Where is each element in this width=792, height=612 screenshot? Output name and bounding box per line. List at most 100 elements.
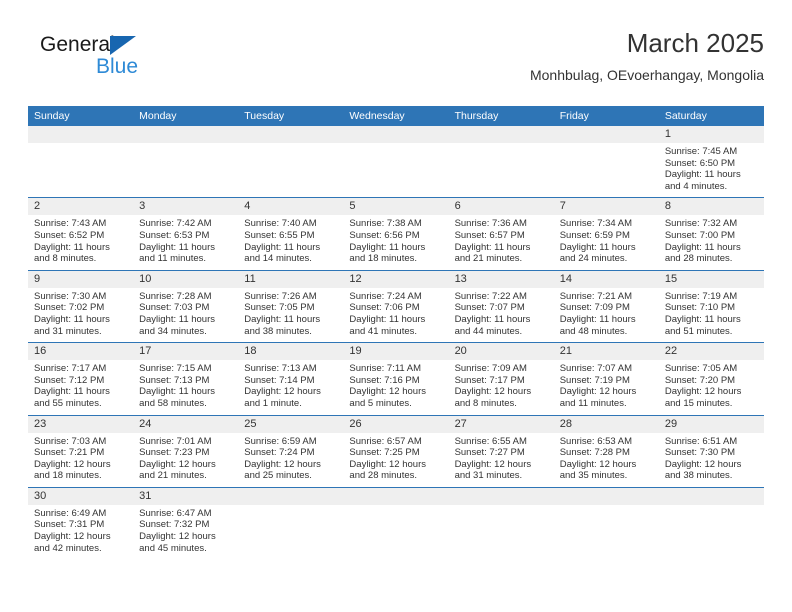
calendar-day-cell[interactable]: 2 Sunrise: 7:43 AM Sunset: 6:52 PM Daylight… [28,198,134,270]
general-blue-logo[interactable]: General Blue [40,34,180,90]
calendar-day-cell[interactable]: 15 Sunrise: 7:19 AM Sunset: 7:10 PM Dayligh… [658,270,764,343]
page-header: General Blue March 2025 Monhbulag, OEvoe… [28,28,764,100]
daylight-text-line1: Daylight: 12 hours [559,386,637,398]
calendar-day-cell[interactable]: 22 Sunrise: 7:05 AM Sunset: 7:20 PM Dayligh… [658,343,764,415]
day-number: 30 [28,487,134,505]
sunset-text: Sunset: 6:53 PM [139,229,210,241]
daylight-text-line1: Daylight: 11 hours [139,386,216,398]
weekday-header-thursday: Thursday [454,110,499,122]
calendar-day-cell[interactable]: 4 Sunrise: 7:40 AM Sunset: 6:55 PM Daylight… [238,198,344,270]
calendar-day-cell[interactable]: 18 Sunrise: 7:13 AM Sunset: 7:14 PM Dayligh… [238,343,344,415]
sunset-text: Sunset: 7:02 PM [34,302,105,314]
sunrise-text: Sunrise: 6:47 AM [139,507,212,519]
daylight-text-line2: and 38 minutes. [664,470,733,482]
sunrise-text: Sunrise: 7:13 AM [244,363,317,375]
calendar-week-row: 9 Sunrise: 7:30 AM Sunset: 7:02 PM Daylight… [28,270,764,344]
sunrise-text: Sunrise: 7:11 AM [349,363,422,375]
sunrise-text: Sunrise: 7:43 AM [34,218,107,230]
day-details: Sunrise: 6:55 AM Sunset: 7:27 PM Daylight:… [449,433,554,487]
calendar-day-cell[interactable]: 6 Sunrise: 7:36 AM Sunset: 6:57 PM Daylight… [448,198,554,270]
sunset-text: Sunset: 6:57 PM [454,229,525,241]
sunrise-text: Sunrise: 7:26 AM [244,290,317,302]
sunset-text: Sunset: 7:00 PM [664,229,736,241]
daylight-text-line2: and 18 minutes. [349,253,418,265]
day-number: 11 [238,270,344,288]
calendar-day-cell[interactable]: 19 Sunrise: 7:11 AM Sunset: 7:16 PM Dayligh… [343,343,449,415]
daylight-text-line2: and 31 minutes. [34,325,102,337]
daylight-text-line1: Daylight: 12 hours [34,531,111,543]
daylight-text-line2: and 38 minutes. [244,325,312,337]
calendar-day-cell[interactable]: 12 Sunrise: 7:24 AM Sunset: 7:06 PM Dayligh… [343,270,449,343]
calendar-day-cell[interactable]: 21 Sunrise: 7:07 AM Sunset: 7:19 PM Dayligh… [553,343,659,415]
sunset-text: Sunset: 7:12 PM [34,374,105,386]
calendar-day-cell[interactable]: 11 Sunrise: 7:26 AM Sunset: 7:05 PM Dayligh… [238,270,344,343]
calendar-day-cell[interactable]: 16 Sunrise: 7:17 AM Sunset: 7:12 PM Dayligh… [28,343,134,415]
day-number: 26 [343,415,449,433]
day-details: Sunrise: 7:21 AM Sunset: 7:09 PM Daylight:… [554,288,659,342]
calendar-day-cell[interactable]: 3 Sunrise: 7:42 AM Sunset: 6:53 PM Daylight… [133,198,239,270]
weekday-header-row: Sunday Monday Tuesday Wednesday Thursday… [28,106,764,126]
sunrise-text: Sunrise: 7:36 AM [454,218,527,230]
daylight-text-line2: and 44 minutes. [454,325,523,337]
daylight-text-line1: Daylight: 12 hours [34,458,111,470]
calendar-day-cell-empty [448,126,554,198]
calendar-day-cell[interactable]: 5 Sunrise: 7:38 AM Sunset: 6:56 PM Daylight… [343,198,449,270]
calendar-day-cell-empty [28,126,134,198]
daylight-text-line2: and 25 minutes. [244,470,312,482]
day-details: Sunrise: 7:45 AM Sunset: 6:50 PM Daylight:… [659,143,764,197]
calendar-day-cell[interactable]: 23 Sunrise: 7:03 AM Sunset: 7:21 PM Dayligh… [28,415,134,487]
weekday-header-friday: Friday [559,110,589,122]
day-details: Sunrise: 7:34 AM Sunset: 6:59 PM Daylight:… [554,215,659,269]
day-number: 1 [658,126,764,143]
daylight-text-line2: and 55 minutes. [34,397,102,409]
calendar-week-row: 2 Sunrise: 7:43 AM Sunset: 6:52 PM Daylight… [28,198,764,271]
daylight-text-line2: and 51 minutes. [664,325,733,337]
day-details: Sunrise: 7:09 AM Sunset: 7:17 PM Daylight:… [449,360,554,414]
day-details: Sunrise: 7:19 AM Sunset: 7:10 PM Daylight:… [659,288,764,342]
calendar-day-cell[interactable]: 9 Sunrise: 7:30 AM Sunset: 7:02 PM Daylight… [28,270,134,343]
calendar-day-cell[interactable]: 1 Sunrise: 7:45 AM Sunset: 6:50 PM Daylight… [658,126,764,198]
day-number [658,487,764,505]
daylight-text-line2: and 28 minutes. [664,253,733,265]
calendar-day-cell[interactable]: 14 Sunrise: 7:21 AM Sunset: 7:09 PM Dayligh… [553,270,659,343]
calendar-day-cell[interactable]: 24 Sunrise: 7:01 AM Sunset: 7:23 PM Dayligh… [133,415,239,487]
day-number: 15 [658,270,764,288]
daylight-text-line1: Daylight: 12 hours [664,458,742,470]
sunrise-text: Sunrise: 7:45 AM [664,146,738,157]
day-number: 5 [343,198,449,216]
calendar-day-cell[interactable]: 31 Sunrise: 6:47 AM Sunset: 7:32 PM Dayligh… [133,487,239,560]
calendar-day-cell[interactable]: 25 Sunrise: 6:59 AM Sunset: 7:24 PM Dayligh… [238,415,344,487]
day-details: Sunrise: 7:28 AM Sunset: 7:03 PM Daylight:… [133,288,238,342]
sunrise-text: Sunrise: 7:30 AM [34,290,107,302]
calendar-day-cell[interactable]: 27 Sunrise: 6:55 AM Sunset: 7:27 PM Dayligh… [448,415,554,487]
sunset-text: Sunset: 7:16 PM [349,374,420,386]
sunset-text: Sunset: 7:13 PM [139,374,210,386]
calendar-day-cell[interactable]: 17 Sunrise: 7:15 AM Sunset: 7:13 PM Dayligh… [133,343,239,415]
calendar-day-cell[interactable]: 7 Sunrise: 7:34 AM Sunset: 6:59 PM Daylight… [553,198,659,270]
daylight-text-line1: Daylight: 11 hours [349,313,426,325]
day-details: Sunrise: 7:24 AM Sunset: 7:06 PM Daylight:… [343,288,448,342]
page-subtitle: Monhbulag, OEvoerhangay, Mongolia [529,67,764,84]
day-number: 13 [448,270,554,288]
daylight-text-line1: Daylight: 12 hours [244,458,321,470]
calendar-day-cell[interactable]: 30 Sunrise: 6:49 AM Sunset: 7:31 PM Dayligh… [28,487,134,560]
calendar-day-cell[interactable]: 8 Sunrise: 7:32 AM Sunset: 7:00 PM Daylight… [658,198,764,270]
day-number: 8 [658,198,764,216]
calendar-day-cell[interactable]: 29 Sunrise: 6:51 AM Sunset: 7:30 PM Dayligh… [658,415,764,487]
sunset-text: Sunset: 7:17 PM [454,374,525,386]
daylight-text-line1: Daylight: 11 hours [244,241,321,253]
sunrise-text: Sunrise: 6:51 AM [664,435,738,447]
calendar-day-cell[interactable]: 20 Sunrise: 7:09 AM Sunset: 7:17 PM Dayligh… [448,343,554,415]
day-number: 21 [553,343,659,361]
day-details: Sunrise: 7:40 AM Sunset: 6:55 PM Daylight:… [238,215,343,269]
daylight-text-line1: Daylight: 12 hours [349,458,426,470]
weekday-header-tuesday: Tuesday [244,110,285,122]
daylight-text-line1: Daylight: 12 hours [559,458,637,470]
calendar-day-cell[interactable]: 28 Sunrise: 6:53 AM Sunset: 7:28 PM Dayligh… [553,415,659,487]
calendar-day-cell[interactable]: 10 Sunrise: 7:28 AM Sunset: 7:03 PM Dayligh… [133,270,239,343]
calendar-day-cell[interactable]: 13 Sunrise: 7:22 AM Sunset: 7:07 PM Dayligh… [448,270,554,343]
title-block: March 2025 Monhbulag, OEvoerhangay, Mong… [530,28,764,84]
sunset-text: Sunset: 7:10 PM [664,302,736,314]
calendar-week-row: 1 Sunrise: 7:45 AM Sunset: 6:50 PM Daylight… [28,126,764,199]
calendar-day-cell[interactable]: 26 Sunrise: 6:57 AM Sunset: 7:25 PM Dayligh… [343,415,449,487]
